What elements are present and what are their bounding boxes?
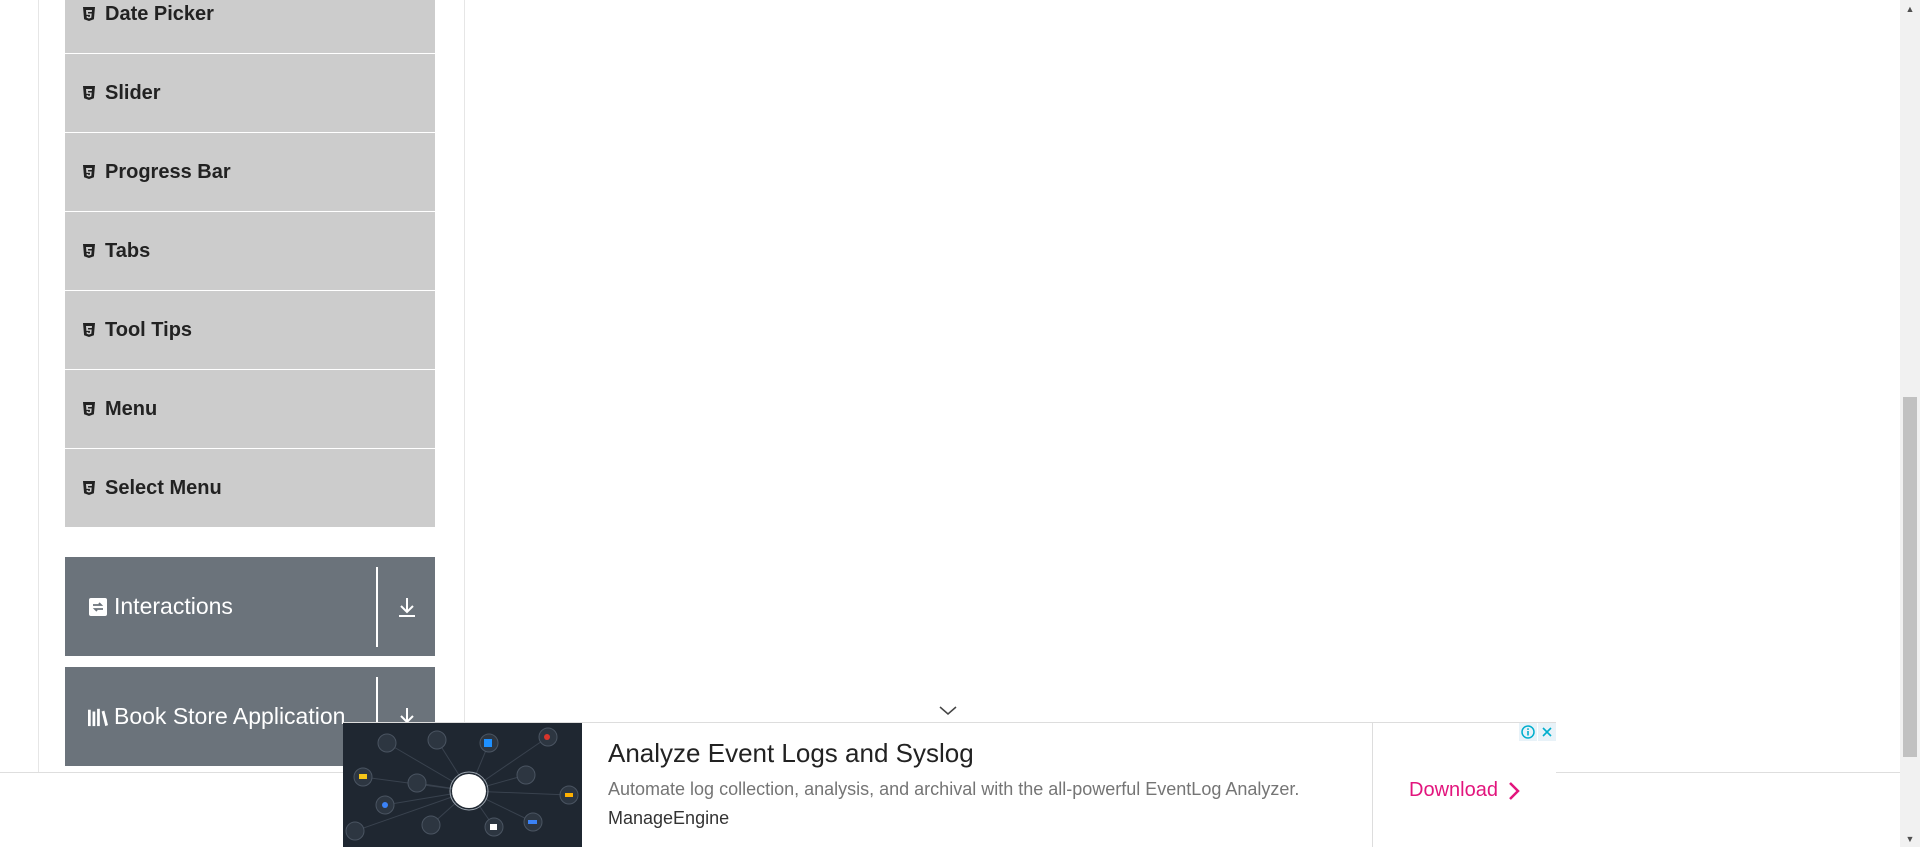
- menu-item-label: Slider: [105, 81, 161, 104]
- html5-icon: [83, 7, 95, 21]
- html5-icon: [83, 165, 95, 179]
- adchoices-info-icon[interactable]: [1519, 723, 1537, 741]
- ad-image[interactable]: [343, 723, 582, 847]
- html5-icon: [83, 86, 95, 100]
- html5-icon: [83, 323, 95, 337]
- page-scrollbar[interactable]: ▲ ▼: [1900, 0, 1920, 847]
- ad-collapse-chevron-icon[interactable]: [937, 702, 959, 720]
- content-border: [464, 0, 465, 773]
- menu-item-label: Menu: [105, 397, 158, 420]
- group-header-label: Interactions: [114, 593, 233, 619]
- menu-item-tool-tips[interactable]: Tool Tips: [65, 291, 435, 370]
- menu-item-progress-bar[interactable]: Progress Bar: [65, 133, 435, 212]
- html5-icon: [83, 244, 95, 258]
- menu-item-label: Date Picker: [105, 2, 214, 25]
- ad-title[interactable]: Analyze Event Logs and Syslog: [608, 738, 1372, 769]
- menu-item-label: Tabs: [105, 239, 151, 262]
- ad-close-icon[interactable]: [1538, 723, 1556, 741]
- menu-item-select-menu[interactable]: Select Menu: [65, 449, 435, 528]
- left-border: [38, 0, 39, 773]
- page: Date Picker Slider Progress Bar Tabs Too…: [0, 0, 1920, 847]
- menu-item-tabs[interactable]: Tabs: [65, 212, 435, 291]
- ad-brand[interactable]: ManageEngine: [608, 808, 1372, 829]
- menu-item-date-picker[interactable]: Date Picker: [65, 0, 435, 54]
- ad-badges: [1518, 723, 1556, 741]
- menu-item-label: Select Menu: [105, 476, 222, 499]
- download-icon[interactable]: [378, 557, 435, 656]
- group-header-label: Book Store Application: [114, 703, 346, 729]
- ad-download-label: Download: [1409, 779, 1498, 801]
- html5-icon: [83, 402, 95, 416]
- menu-item-label: Tool Tips: [105, 318, 193, 341]
- html5-icon: [83, 481, 95, 495]
- ad-description: Automate log collection, analysis, and a…: [608, 779, 1300, 799]
- interactions-icon: [88, 597, 108, 617]
- scroll-up-arrow-icon[interactable]: ▲: [1900, 0, 1920, 17]
- scrollbar-thumb[interactable]: [1903, 397, 1917, 757]
- scroll-down-arrow-icon[interactable]: ▼: [1900, 830, 1920, 847]
- menu-item-menu[interactable]: Menu: [65, 370, 435, 449]
- ad-download-button[interactable]: Download: [1373, 723, 1556, 847]
- ad-banner[interactable]: Analyze Event Logs and Syslog Automate l…: [343, 722, 1556, 847]
- menu-item-slider[interactable]: Slider: [65, 54, 435, 133]
- menu-item-label: Progress Bar: [105, 160, 231, 183]
- book-store-icon: [88, 707, 108, 727]
- group-header-interactions[interactable]: Interactions: [65, 557, 435, 656]
- ad-text-block[interactable]: Analyze Event Logs and Syslog Automate l…: [582, 723, 1373, 847]
- chevron-right-icon: [1509, 781, 1520, 800]
- widgets-menu-list: Date Picker Slider Progress Bar Tabs Too…: [65, 0, 435, 528]
